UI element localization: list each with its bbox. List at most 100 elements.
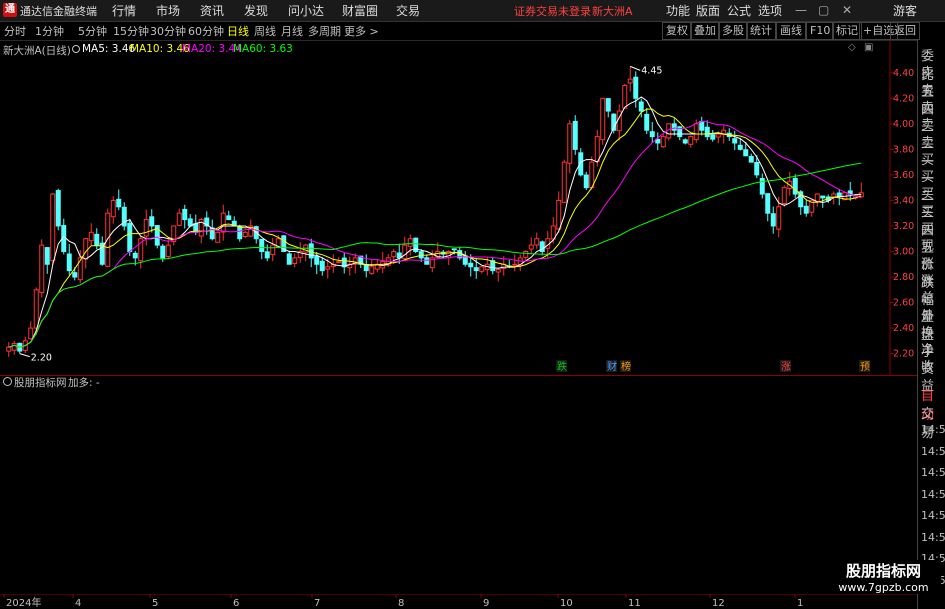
candle-body <box>479 266 485 272</box>
trade-time: 14:56 <box>921 509 945 522</box>
candle-body <box>66 253 72 272</box>
candle-body <box>693 123 699 141</box>
candle-body <box>270 244 276 256</box>
candle-body <box>286 253 292 265</box>
watermark-title: 股朋指标网 <box>845 562 921 580</box>
candle-body <box>572 120 578 150</box>
candle-body <box>116 198 122 208</box>
candle-body <box>33 289 39 329</box>
x-tick-label: 7 <box>314 598 320 609</box>
candle-body <box>704 126 710 138</box>
ma5-line <box>8 96 862 348</box>
minimize-icon[interactable]: — <box>795 3 807 17</box>
close-icon[interactable]: ✕ <box>842 3 852 17</box>
watermark: 股朋指标网 www.7gpzb.com <box>826 560 941 594</box>
candle-body <box>556 199 562 230</box>
maximize-icon[interactable]: ▢ <box>818 3 829 17</box>
event-marker: 财 <box>607 360 617 373</box>
y-tick-label: 4.20 <box>893 93 914 104</box>
period-60min[interactable]: 60分钟 <box>188 23 224 39</box>
candle-body <box>407 238 413 247</box>
guest-label[interactable]: 游客 <box>893 2 917 19</box>
period-5min[interactable]: 5分钟 <box>78 23 107 39</box>
period-weekly[interactable]: 周线 <box>254 23 276 39</box>
candle-body <box>583 174 589 189</box>
candle-body <box>220 212 226 233</box>
candle-body <box>44 247 50 265</box>
candle-body <box>468 262 474 268</box>
menu-options[interactable]: 选项 <box>758 2 782 19</box>
sub-indicator-name: 股朋指标网 <box>14 377 67 389</box>
y-tick-label: 2.60 <box>893 298 914 309</box>
candle-body <box>242 231 248 237</box>
overlay-button[interactable]: 叠加 <box>690 22 720 40</box>
candle-body <box>424 257 430 265</box>
menu-function[interactable]: 功能 <box>666 2 690 19</box>
back-button[interactable]: 返回 <box>890 22 920 40</box>
stats-button[interactable]: 统计 <box>746 22 776 40</box>
y-tick-label: 3.40 <box>893 195 914 206</box>
candle-body <box>567 123 573 164</box>
x-axis: 2024年 4 5 6 7 8 9 10 11 12 1 <box>0 594 917 609</box>
candle-body <box>743 149 749 157</box>
x-tick-label: 2024年 <box>6 596 41 609</box>
candle-body <box>336 261 342 264</box>
candle-body <box>319 260 325 272</box>
x-tick-label: 6 <box>233 598 239 609</box>
candle-body <box>165 244 171 257</box>
draw-button[interactable]: 画线 <box>776 22 806 40</box>
menu-news[interactable]: 资讯 <box>200 2 224 19</box>
panel-divider <box>0 375 917 376</box>
menu-wealth[interactable]: 财富圈 <box>342 2 378 19</box>
f10-button[interactable]: F10 <box>806 22 835 40</box>
mark-button[interactable]: 标记 <box>832 22 862 40</box>
candle-body <box>451 248 457 251</box>
period-15min[interactable]: 15分钟 <box>113 23 149 39</box>
candle-body <box>660 136 666 148</box>
y-tick-label: 3.20 <box>893 221 914 232</box>
candle-body <box>644 113 650 131</box>
candle-body <box>732 138 738 144</box>
multi-stock-button[interactable]: 多股 <box>718 22 748 40</box>
menu-quotes[interactable]: 行情 <box>112 2 136 19</box>
menu-market[interactable]: 市场 <box>156 2 180 19</box>
candle-body <box>759 178 765 195</box>
candle-body <box>649 131 655 138</box>
adjust-button[interactable]: 复权 <box>662 22 692 40</box>
candle-body <box>39 244 45 293</box>
period-1min[interactable]: 1分钟 <box>35 23 64 39</box>
candle-body <box>589 161 595 188</box>
menu-formula[interactable]: 公式 <box>727 2 751 19</box>
sub-settings-icon[interactable] <box>3 377 12 386</box>
app-name: 通达信金融终端 <box>20 5 97 18</box>
menu-discover[interactable]: 发现 <box>244 2 268 19</box>
period-tick[interactable]: 分时 <box>4 23 26 39</box>
menu-trade[interactable]: 交易 <box>396 2 420 19</box>
candle-body <box>688 136 694 145</box>
candle-body <box>402 244 408 260</box>
menu-layout[interactable]: 版面 <box>696 2 720 19</box>
ma10-line <box>8 108 862 348</box>
period-multi[interactable]: 多周期 <box>308 23 341 39</box>
x-tick-label: 4 <box>75 598 81 609</box>
candle-body <box>292 257 298 264</box>
candle-body <box>391 250 397 258</box>
candle-body <box>6 346 12 352</box>
candle-body <box>88 231 94 242</box>
candle-body <box>600 97 606 141</box>
low-label: 2.20 <box>31 353 52 364</box>
login-warning[interactable]: 证券交易未登录 <box>514 3 591 19</box>
candle-body <box>473 267 479 272</box>
period-more[interactable]: 更多 > <box>344 23 379 39</box>
period-30min[interactable]: 30分钟 <box>150 23 186 39</box>
trade-time: 14:56 <box>921 444 945 458</box>
stock-title: 新大洲A <box>592 5 633 18</box>
period-monthly[interactable]: 月线 <box>281 23 303 39</box>
watermark-url: www.7gpzb.com <box>838 581 929 594</box>
candle-body <box>176 212 182 226</box>
candle-body <box>314 256 320 265</box>
candle-body <box>369 266 375 274</box>
candlestick-chart[interactable]: 4.40 4.20 4.00 3.80 3.60 3.40 3.20 3.00 2.80 2.60… <box>0 40 917 375</box>
menu-ask[interactable]: 问小达 <box>288 2 324 19</box>
period-daily[interactable]: 日线 <box>227 23 249 39</box>
